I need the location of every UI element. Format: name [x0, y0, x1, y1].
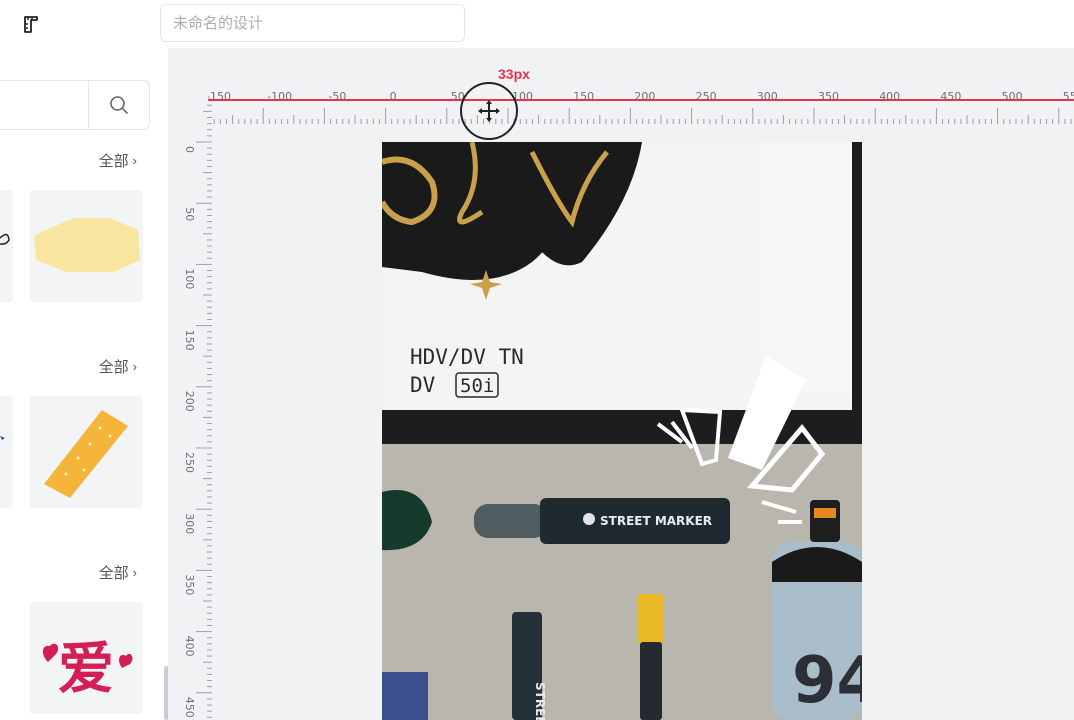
ruler-label: -100	[267, 90, 292, 103]
ruler-label: 250	[183, 452, 196, 473]
see-all-label: 全部	[98, 153, 129, 170]
sticker-thumb-hexagon[interactable]	[30, 190, 143, 302]
can-number: 94	[792, 644, 862, 718]
move-cursor-icon	[460, 82, 518, 140]
sticker-thumb-love[interactable]: 爱	[30, 602, 143, 714]
ruler-label: 200	[183, 391, 196, 412]
ruler-label: -50	[328, 90, 346, 103]
ruler-label: 400	[183, 636, 196, 657]
marker-label: STREET MARKER	[600, 514, 712, 528]
chevron-right-icon: ›	[132, 565, 137, 580]
love-character: 爱	[58, 637, 114, 702]
ruler-label: 0	[390, 90, 397, 103]
design-title-input[interactable]	[160, 4, 465, 42]
ruler-label: 150	[183, 330, 196, 351]
chevron-right-icon: ›	[132, 153, 137, 168]
see-all-link-2[interactable]: 全部 ›	[99, 356, 137, 377]
ruler-label: 200	[634, 90, 655, 103]
ruler-label: 350	[818, 90, 839, 103]
love-sticker-icon: 爱	[42, 637, 133, 702]
canvas-area[interactable]: -150 -100 -50 0 50 100 150 200 250 300 350 400 450 50…	[168, 48, 1074, 720]
hexagon-shape-icon	[34, 218, 140, 272]
ruler-label: 150	[573, 90, 594, 103]
ruler-label: 300	[757, 90, 778, 103]
sticker-thumb-partial-1[interactable]	[0, 190, 13, 302]
vertical-ruler[interactable]: 0 50 100 150 200 250 300 350 400 450	[168, 98, 212, 720]
poster-line-2b: 50i	[460, 375, 494, 397]
ruler-corner	[168, 60, 208, 100]
sticker-thumb-partial-2[interactable]	[0, 396, 13, 508]
see-all-link-3[interactable]: 全部 ›	[99, 562, 137, 583]
search-icon	[110, 96, 128, 114]
ruler-label: 400	[879, 90, 900, 103]
sticker-thumb-tape[interactable]	[30, 396, 143, 508]
see-all-label: 全部	[98, 565, 129, 582]
horizontal-guide-line[interactable]	[208, 99, 1074, 101]
search-field[interactable]	[0, 80, 150, 130]
ruler-label: 100	[183, 268, 196, 289]
ruler-label: 250	[696, 90, 717, 103]
see-all-label: 全部	[98, 359, 129, 376]
horizontal-ruler[interactable]: -150 -100 -50 0 50 100 150 200 250 300 350 400 450 50…	[168, 60, 1074, 148]
ruler-label: 50	[183, 207, 196, 221]
ruler-label: 450	[940, 90, 961, 103]
chevron-right-icon: ›	[132, 359, 137, 374]
asset-panel: 全部 › 全部 › 全部 › 爱	[0, 48, 169, 720]
top-bar	[0, 0, 1074, 48]
ruler-label: 55	[1063, 90, 1074, 103]
ruler-label: 450	[183, 697, 196, 718]
tape-shape-icon	[44, 410, 128, 498]
guide-measure-label: 33px	[498, 66, 530, 82]
search-button[interactable]	[89, 81, 149, 129]
canvas-background	[862, 142, 1074, 720]
ruler-label: 500	[1002, 90, 1023, 103]
poster-line-2a: DV	[410, 373, 436, 397]
see-all-link-1[interactable]: 全部 ›	[99, 150, 137, 171]
ruler-label: 0	[183, 146, 196, 153]
artboard-photo[interactable]: HDV/DV TN DV 50i STREET MARKER 94 STREET	[382, 142, 862, 720]
photo-content: HDV/DV TN DV 50i STREET MARKER 94 STREET	[382, 142, 862, 720]
ruler-icon[interactable]	[22, 12, 46, 36]
small-marker-label: STREET	[533, 682, 547, 720]
ruler-label: 350	[183, 574, 196, 595]
ruler-label: 300	[183, 513, 196, 534]
poster-line-1: HDV/DV TN	[410, 345, 524, 369]
